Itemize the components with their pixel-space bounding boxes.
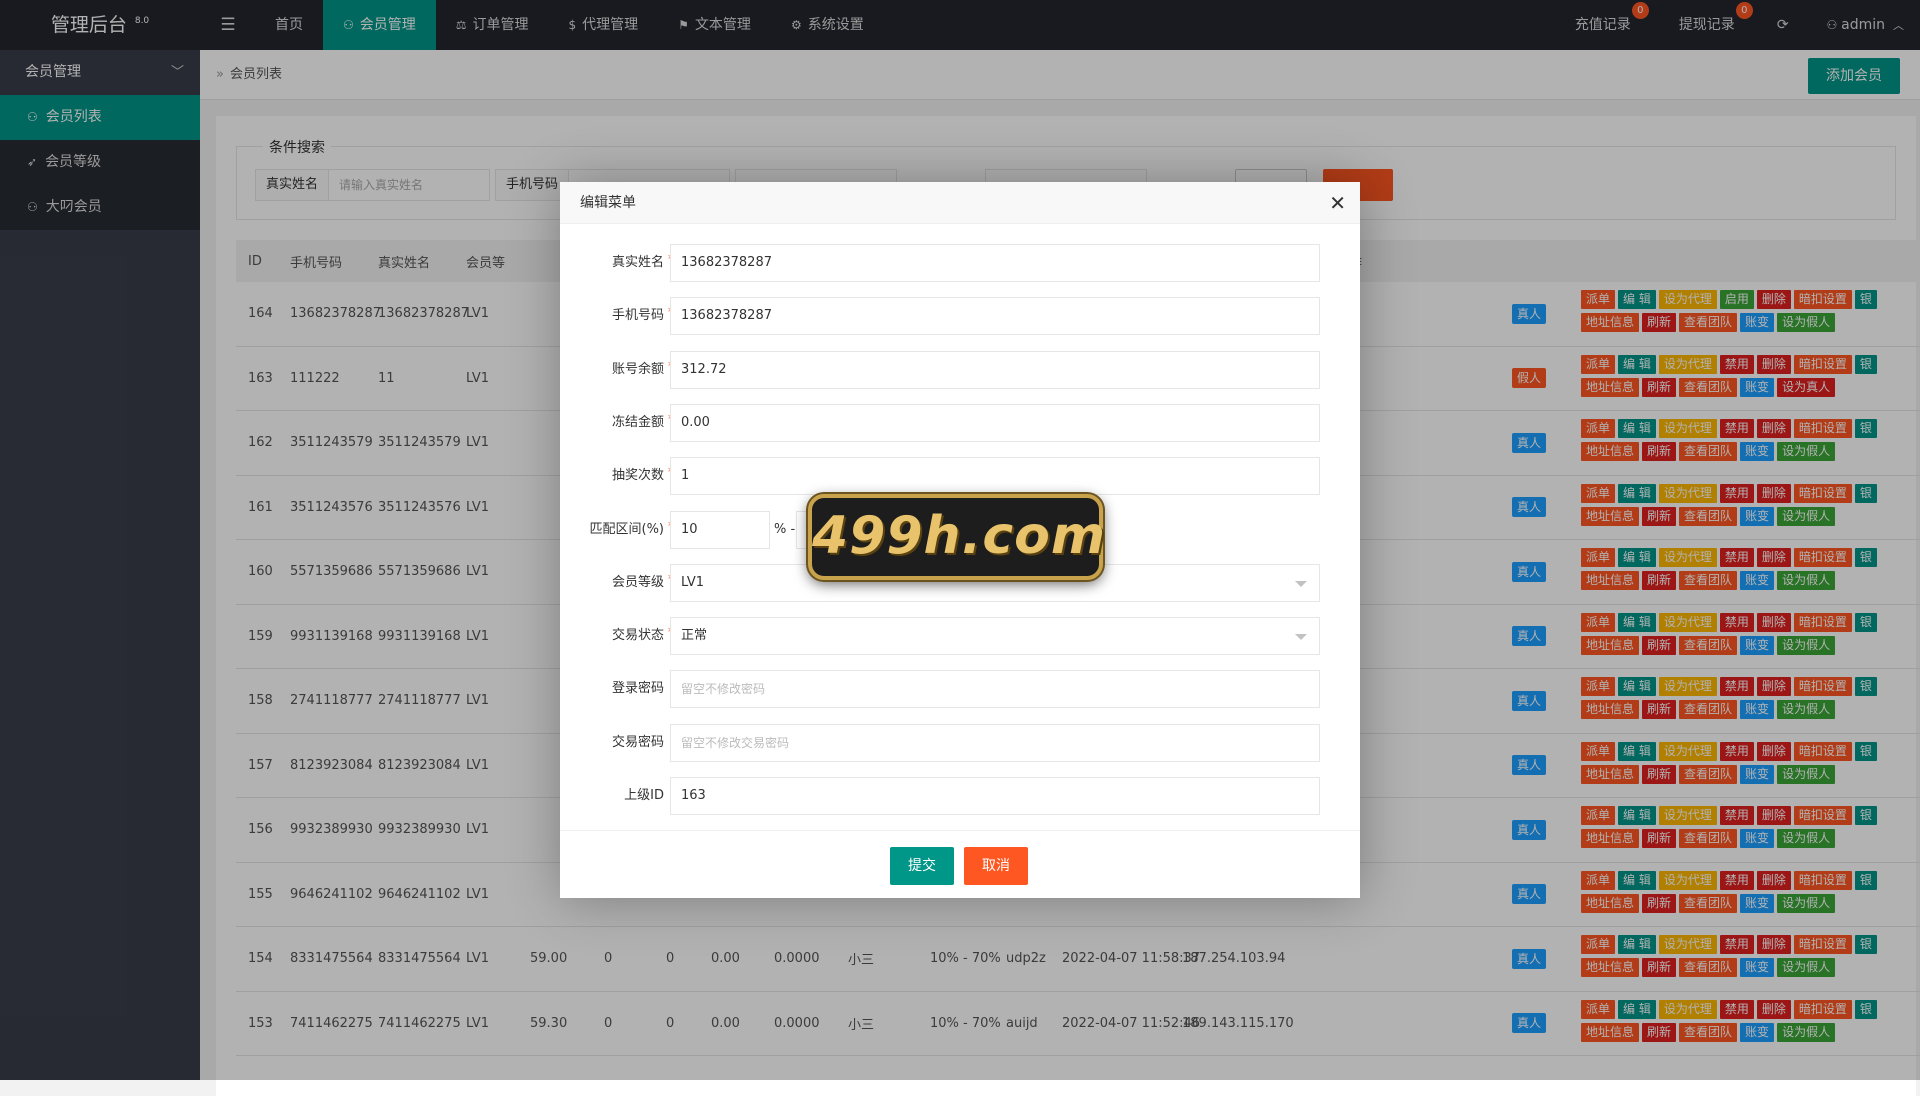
field-input-2[interactable]: 312.72 <box>670 350 1320 389</box>
parent-id-label: 上级ID <box>560 777 670 815</box>
login-password-input[interactable]: 留空不修改密码 <box>670 670 1320 709</box>
caret-down-icon <box>1295 580 1307 587</box>
login-password-label: 登录密码 <box>560 670 670 708</box>
field-1-label: 手机号码* <box>560 297 674 335</box>
cancel-button[interactable]: 取消 <box>964 847 1028 885</box>
trade-password-label: 交易密码 <box>560 724 670 762</box>
login-password-row: 登录密码 留空不修改密码 <box>560 670 1360 709</box>
field-input-3[interactable]: 0.00 <box>670 403 1320 442</box>
field-3-label-text: 冻结金额 <box>611 414 664 430</box>
trade-status-row: 交易状态* 正常 <box>560 617 1360 656</box>
field-input-4[interactable]: 1 <box>670 457 1320 496</box>
trade-status-value: 正常 <box>681 628 708 644</box>
parent-id-label-text: 上级ID <box>624 788 664 803</box>
field-0-label-text: 真实姓名 <box>611 255 664 270</box>
trade-password-input[interactable]: 留空不修改交易密码 <box>670 723 1320 762</box>
field-1-label-text: 手机号码 <box>611 308 664 324</box>
field-0-label: 真实姓名* <box>560 244 674 282</box>
login-password-label-text: 登录密码 <box>611 681 664 697</box>
trade-status-label: 交易状态* <box>560 617 674 655</box>
field-3-label: 冻结金额* <box>560 404 674 442</box>
field-0-row: 真实姓名*13682378287 <box>560 244 1360 282</box>
submit-button[interactable]: 提交 <box>890 847 954 885</box>
range-separator: % - <box>774 521 796 537</box>
field-4-label: 抽奖次数* <box>560 457 674 495</box>
trade-password-label-text: 交易密码 <box>611 734 664 750</box>
close-icon[interactable]: ✕ <box>1329 182 1346 224</box>
parent-id-input[interactable]: 163 <box>670 777 1320 815</box>
trade-status-label-text: 交易状态 <box>611 628 664 644</box>
field-2-label: 账号余额* <box>560 351 674 389</box>
level-label-text: 会员等级 <box>611 574 664 590</box>
caret-down-icon <box>1295 634 1307 641</box>
field-3-row: 冻结金额*0.00 <box>560 403 1360 442</box>
range-label-text: 匹配区间(%) <box>589 521 665 537</box>
field-2-label-text: 账号余额 <box>611 361 664 377</box>
field-4-row: 抽奖次数*1 <box>560 457 1360 496</box>
parent-id-row: 上级ID 163 <box>560 777 1360 815</box>
watermark-logo: 499h.com <box>808 494 1105 580</box>
field-2-row: 账号余额*312.72 <box>560 350 1360 389</box>
field-4-label-text: 抽奖次数 <box>611 468 664 484</box>
range-min-input[interactable]: 10 <box>670 510 770 549</box>
trade-password-row: 交易密码 留空不修改交易密码 <box>560 723 1360 762</box>
field-1-row: 手机号码*13682378287 <box>560 297 1360 336</box>
modal-header: 编辑菜单 ✕ <box>560 182 1360 224</box>
field-input-1[interactable]: 13682378287 <box>670 297 1320 336</box>
modal-title: 编辑菜单 <box>580 195 636 211</box>
range-label: 匹配区间(%)* <box>560 511 675 549</box>
field-input-0[interactable]: 13682378287 <box>670 244 1320 282</box>
modal-footer: 提交 取消 <box>560 830 1360 898</box>
trade-status-select[interactable]: 正常 <box>670 617 1320 656</box>
level-select-value: LV1 <box>681 574 704 590</box>
level-label: 会员等级* <box>560 564 674 602</box>
